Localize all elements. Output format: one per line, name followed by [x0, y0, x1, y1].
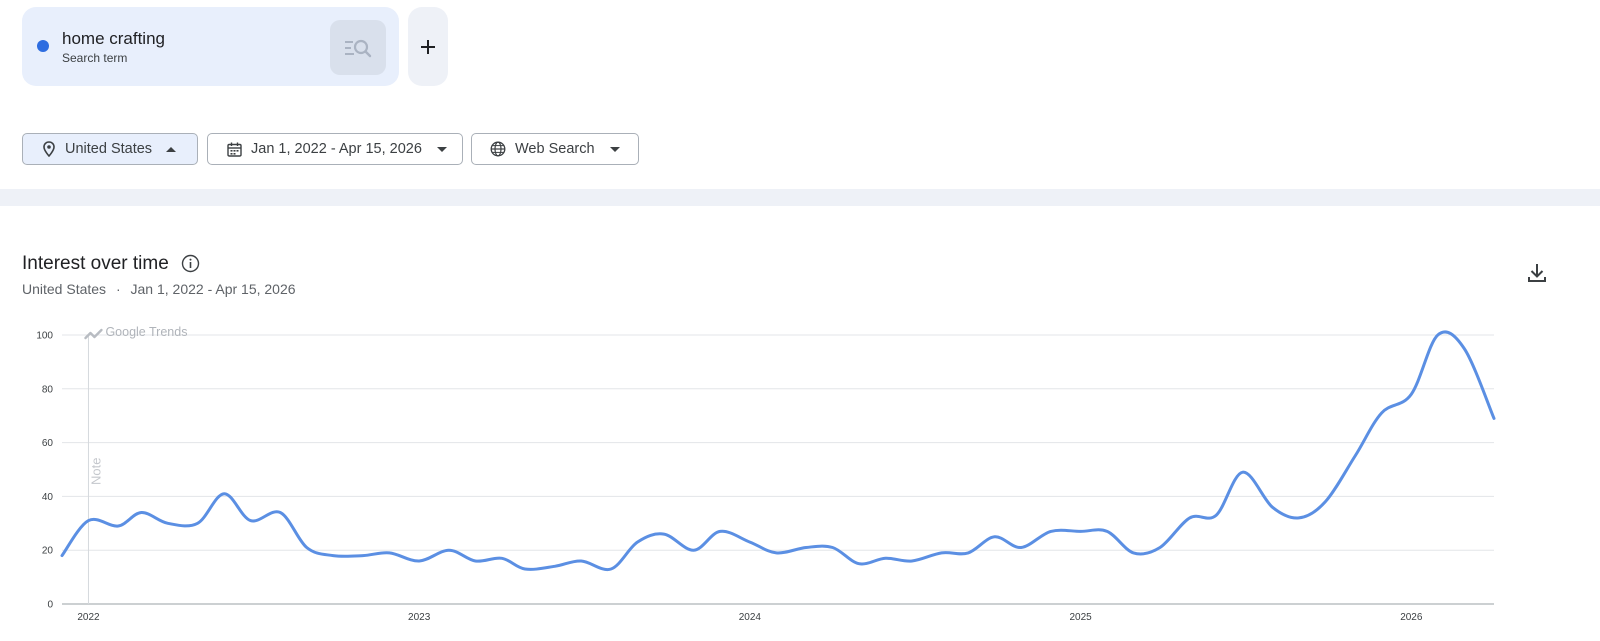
section-divider — [0, 189, 1600, 206]
x-tick-label: 2025 — [1069, 612, 1092, 623]
series-line — [60, 330, 1496, 572]
chart-subtitle: United States · Jan 1, 2022 - Apr 15, 20… — [22, 281, 296, 297]
x-tick-label: 2024 — [739, 612, 762, 623]
property-filter[interactable]: Web Search — [471, 133, 639, 165]
y-tick-label: 60 — [42, 438, 54, 449]
search-term-name[interactable]: home crafting — [62, 29, 165, 49]
note-marker-label: Note — [88, 458, 103, 485]
region-filter[interactable]: United States — [22, 133, 198, 165]
chart-subtitle-range: Jan 1, 2022 - Apr 15, 2026 — [130, 281, 296, 297]
chevron-down-icon — [609, 146, 620, 152]
x-tick-label: 2023 — [408, 612, 431, 623]
search-list-button[interactable] — [330, 20, 386, 75]
interest-line-chart: 0 20 40 60 80 100 2022 2023 2024 2025 2026 Note Goog… — [36, 325, 1496, 623]
y-tick-label: 0 — [47, 600, 53, 611]
watermark-label: Google Trends — [105, 325, 187, 339]
trends-logo-icon — [84, 328, 103, 340]
chart-subtitle-region: United States — [22, 281, 107, 297]
y-tick-label: 80 — [42, 384, 54, 395]
y-tick-label: 40 — [42, 492, 54, 503]
color-dot-icon — [37, 40, 49, 52]
date-range-filter-label: Jan 1, 2022 - Apr 15, 2026 — [251, 141, 422, 157]
plus-icon — [421, 39, 435, 54]
chevron-down-icon — [436, 146, 447, 152]
download-icon[interactable] — [1526, 262, 1548, 284]
x-tick-label: 2026 — [1400, 612, 1423, 623]
add-comparison-button[interactable] — [408, 7, 448, 86]
region-filter-label: United States — [65, 141, 153, 157]
location-pin-icon — [40, 140, 58, 158]
search-term-card[interactable]: home crafting Search term — [22, 7, 399, 86]
property-filter-label: Web Search — [515, 141, 595, 157]
y-tick-label: 100 — [36, 331, 53, 342]
info-icon[interactable] — [181, 254, 200, 273]
search-term-type: Search term — [62, 51, 128, 65]
caret-up-icon — [166, 146, 177, 152]
x-tick-label: 2022 — [77, 612, 100, 623]
chart-subtitle-separator: · — [115, 281, 121, 297]
globe-icon — [489, 140, 507, 158]
date-range-filter[interactable]: Jan 1, 2022 - Apr 15, 2026 — [207, 133, 463, 165]
chart-title: Interest over time — [22, 253, 169, 274]
calendar-icon — [225, 140, 243, 158]
search-list-icon — [345, 39, 372, 57]
y-tick-label: 20 — [42, 546, 54, 557]
